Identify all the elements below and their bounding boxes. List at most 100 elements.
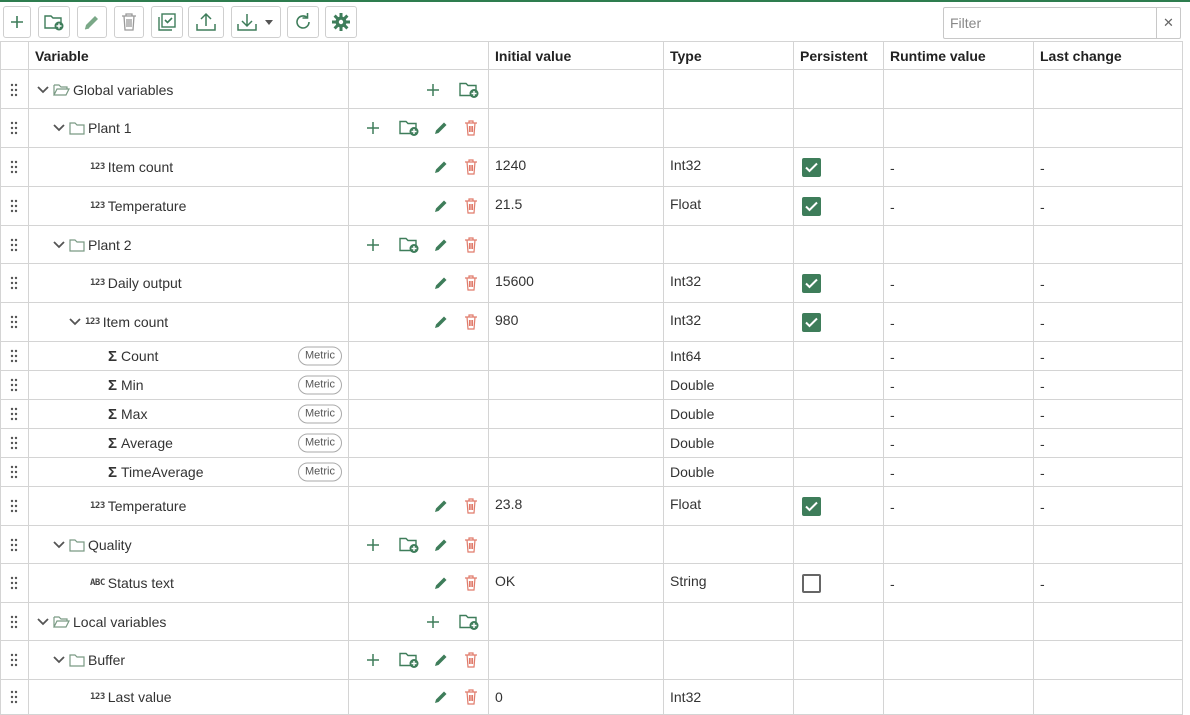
add-folder-button[interactable] <box>458 612 480 631</box>
drag-handle-icon[interactable] <box>0 429 28 457</box>
edit-button[interactable] <box>77 6 107 38</box>
edit-button[interactable] <box>433 237 449 253</box>
add-folder-button[interactable] <box>398 119 420 138</box>
edit-button[interactable] <box>433 575 449 591</box>
persistent-checkbox[interactable] <box>802 574 821 593</box>
drag-handle-icon[interactable] <box>0 564 28 602</box>
drag-handle-icon[interactable] <box>0 371 28 399</box>
folder-row[interactable]: Plant 1 <box>0 109 1183 148</box>
edit-button[interactable] <box>433 198 449 214</box>
delete-button[interactable] <box>464 652 478 668</box>
download-dropdown-button[interactable] <box>231 6 281 38</box>
add-folder-button[interactable] <box>398 535 420 554</box>
drag-handle-icon[interactable] <box>0 641 28 679</box>
variable-row[interactable]: 123 Temperature 21.5 Float - - <box>0 187 1183 226</box>
header-runtime-value[interactable]: Runtime value <box>884 41 1034 70</box>
persistent-checkbox[interactable] <box>802 313 821 332</box>
delete-button[interactable] <box>114 6 144 38</box>
drag-handle-icon[interactable] <box>0 187 28 225</box>
edit-button[interactable] <box>433 314 449 330</box>
settings-button[interactable] <box>325 6 357 38</box>
delete-button[interactable] <box>464 120 478 136</box>
clear-filter-icon[interactable]: ✕ <box>1156 8 1180 38</box>
edit-button[interactable] <box>433 159 449 175</box>
metric-row[interactable]: Metric Σ Min Double - - <box>0 371 1183 400</box>
folder-row[interactable]: Quality <box>0 526 1183 564</box>
add-variable-button[interactable] <box>427 83 439 96</box>
edit-button[interactable] <box>433 275 449 291</box>
edit-button[interactable] <box>433 689 449 705</box>
drag-handle-icon[interactable] <box>0 148 28 186</box>
initial-value[interactable]: 1240 <box>489 157 526 173</box>
variable-row[interactable]: 123 Item count 980 Int32 - - <box>0 303 1183 342</box>
drag-handle-icon[interactable] <box>0 303 28 341</box>
drag-handle-icon[interactable] <box>0 342 28 370</box>
chevron-down-icon[interactable] <box>35 614 51 630</box>
header-persistent[interactable]: Persistent <box>794 41 884 70</box>
add-variable-button[interactable] <box>367 122 379 134</box>
variable-row[interactable]: 123 Daily output 15600 Int32 - - <box>0 264 1183 303</box>
drag-handle-icon[interactable] <box>0 487 28 525</box>
add-variable-button[interactable] <box>367 238 379 251</box>
header-last-change[interactable]: Last change <box>1034 41 1183 70</box>
folder-row[interactable]: Local variables <box>0 603 1183 641</box>
chevron-down-icon[interactable] <box>67 314 83 330</box>
edit-button[interactable] <box>433 652 449 668</box>
header-type[interactable]: Type <box>664 41 794 70</box>
metric-row[interactable]: Metric Σ TimeAverage Double - - <box>0 458 1183 487</box>
folder-row[interactable]: Buffer <box>0 641 1183 680</box>
persistent-checkbox[interactable] <box>802 497 821 516</box>
chevron-down-icon[interactable] <box>51 537 67 553</box>
initial-value[interactable]: 15600 <box>489 273 534 289</box>
filter-input[interactable] <box>944 8 1156 38</box>
delete-button[interactable] <box>464 689 478 705</box>
drag-handle-icon[interactable] <box>0 400 28 428</box>
drag-handle-icon[interactable] <box>0 603 28 640</box>
metric-row[interactable]: Metric Σ Count Int64- - <box>0 342 1183 371</box>
add-button[interactable] <box>3 6 31 38</box>
variable-row[interactable]: 123 Item count 1240 Int32 - - <box>0 148 1183 187</box>
add-folder-button[interactable] <box>398 651 420 670</box>
persistent-checkbox[interactable] <box>802 158 821 177</box>
chevron-down-icon[interactable] <box>51 120 67 136</box>
upload-button[interactable] <box>188 6 224 38</box>
add-variable-button[interactable] <box>367 538 379 551</box>
delete-button[interactable] <box>464 159 478 175</box>
add-folder-button[interactable] <box>458 80 480 99</box>
drag-handle-icon[interactable] <box>0 109 28 147</box>
metric-row[interactable]: Metric Σ Average Double - - <box>0 429 1183 458</box>
folder-row[interactable]: Global variables <box>0 71 1183 109</box>
metric-row[interactable]: Metric Σ Max Double - - <box>0 400 1183 429</box>
initial-value[interactable]: 21.5 <box>489 196 522 212</box>
chevron-down-icon[interactable] <box>35 82 51 98</box>
drag-handle-icon[interactable] <box>0 680 28 714</box>
delete-button[interactable] <box>464 314 478 330</box>
add-folder-button[interactable] <box>398 235 420 254</box>
delete-button[interactable] <box>464 498 478 514</box>
header-initial-value[interactable]: Initial value <box>489 41 664 70</box>
drag-handle-icon[interactable] <box>0 71 28 108</box>
edit-button[interactable] <box>433 498 449 514</box>
initial-value[interactable]: 0 <box>489 689 503 705</box>
variable-row[interactable]: 123 Temperature 23.8 Float - - <box>0 487 1183 526</box>
initial-value[interactable]: 23.8 <box>489 496 522 512</box>
add-variable-button[interactable] <box>427 615 439 628</box>
header-variable[interactable]: Variable <box>29 41 349 70</box>
drag-handle-icon[interactable] <box>0 264 28 302</box>
variable-row[interactable]: 123 Last value 0 Int32 <box>0 680 1183 715</box>
add-variable-button[interactable] <box>367 654 379 666</box>
select-all-button[interactable] <box>151 6 183 38</box>
persistent-checkbox[interactable] <box>802 197 821 216</box>
initial-value[interactable]: 980 <box>489 312 518 328</box>
folder-row[interactable]: Plant 2 <box>0 226 1183 264</box>
delete-button[interactable] <box>464 275 478 291</box>
delete-button[interactable] <box>464 236 478 253</box>
edit-button[interactable] <box>433 120 449 136</box>
delete-button[interactable] <box>464 575 478 591</box>
refresh-button[interactable] <box>287 6 319 38</box>
variable-row[interactable]: ABC Status text OK String - - <box>0 564 1183 603</box>
add-folder-button[interactable] <box>38 6 70 38</box>
delete-button[interactable] <box>464 198 478 214</box>
delete-button[interactable] <box>464 536 478 553</box>
chevron-down-icon[interactable] <box>51 652 67 668</box>
